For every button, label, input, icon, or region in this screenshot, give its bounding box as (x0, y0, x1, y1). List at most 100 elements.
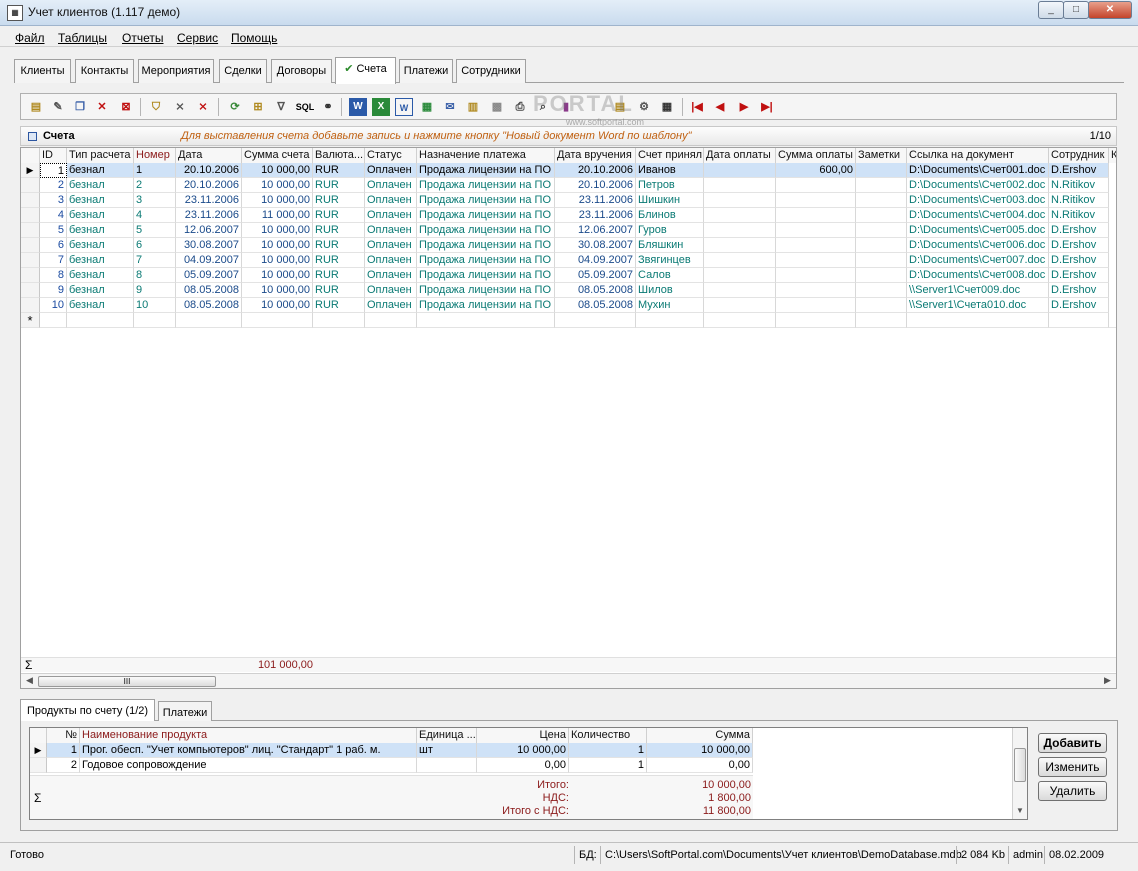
cell-paid-amount[interactable] (776, 253, 856, 268)
cell-document-link[interactable]: D:\Documents\Счет006.doc (907, 238, 1049, 253)
tab-employees[interactable]: Сотрудники (456, 59, 526, 83)
cell-status[interactable]: Оплачен (365, 283, 417, 298)
col-header-delivery-date[interactable]: Дата вручения (555, 148, 636, 163)
cell-payment-type[interactable]: безнал (67, 298, 134, 313)
products-cell-quantity[interactable]: 1 (569, 743, 647, 758)
products-col-price[interactable]: Цена (477, 728, 569, 743)
products-grid[interactable]: № Наименование продукта Единица ... Цена Кол… (29, 727, 1028, 820)
cell-document-link[interactable]: \\Server1\Счет009.doc (907, 283, 1049, 298)
cell-status[interactable]: Оплачен (365, 178, 417, 193)
cell-employee[interactable]: D.Ershov (1049, 298, 1109, 313)
row-indicator[interactable] (21, 298, 40, 313)
products-cell-quantity[interactable]: 1 (569, 758, 647, 773)
cell-payment-date[interactable] (704, 223, 776, 238)
cell-employee[interactable]: D.Ershov (1049, 283, 1109, 298)
products-cell-num[interactable]: 2 (47, 758, 80, 773)
cell-status[interactable]: Оплачен (365, 298, 417, 313)
cell-date[interactable]: 08.05.2008 (176, 283, 242, 298)
menu-reports[interactable]: Отчеты (122, 31, 163, 45)
cell-paid-amount[interactable] (776, 268, 856, 283)
delete-all-icon[interactable]: ⊠ (117, 98, 135, 116)
print-icon[interactable]: ⎙ (511, 98, 529, 116)
export-icon[interactable]: ▦ (418, 98, 436, 116)
close-button[interactable]: ✕ (1088, 1, 1132, 19)
new-row-cell[interactable] (856, 313, 907, 328)
row-indicator[interactable] (21, 253, 40, 268)
invoices-grid[interactable]: ID Тип расчета Номер Дата Сумма счета Валюта.… (20, 147, 1117, 689)
cell-date[interactable]: 23.11.2006 (176, 208, 242, 223)
col-header-extra[interactable]: К (1109, 148, 1116, 163)
cell-id[interactable]: 4 (40, 208, 67, 223)
col-header-document-link[interactable]: Ссылка на документ (907, 148, 1049, 163)
col-header-status[interactable]: Статус (365, 148, 417, 163)
cell-number[interactable]: 7 (134, 253, 176, 268)
new-row-cell[interactable] (365, 313, 417, 328)
new-row-cell[interactable] (242, 313, 313, 328)
products-cell-unit[interactable]: шт (417, 743, 477, 758)
new-row-cell[interactable] (176, 313, 242, 328)
cell-paid-amount[interactable]: 600,00 (776, 163, 856, 178)
cell-delivery-date[interactable]: 08.05.2008 (555, 283, 636, 298)
row-indicator[interactable] (21, 193, 40, 208)
cell-currency[interactable]: RUR (313, 193, 365, 208)
cell-number[interactable]: 10 (134, 298, 176, 313)
new-icon[interactable]: ▤ (27, 98, 45, 116)
new-row-cell[interactable] (1049, 313, 1109, 328)
cell-amount[interactable]: 10 000,00 (242, 178, 313, 193)
cell-currency[interactable]: RUR (313, 268, 365, 283)
horizontal-scrollbar[interactable]: ◀ III ▶ (21, 673, 1116, 688)
cell-currency[interactable]: RUR (313, 238, 365, 253)
cell-purpose[interactable]: Продажа лицензии на ПО (417, 283, 555, 298)
edit-icon[interactable]: ✎ (49, 98, 67, 116)
col-header-payment-date[interactable]: Дата оплаты (704, 148, 776, 163)
cell-purpose[interactable]: Продажа лицензии на ПО (417, 268, 555, 283)
cell-purpose[interactable]: Продажа лицензии на ПО (417, 253, 555, 268)
cell-payment-type[interactable]: безнал (67, 268, 134, 283)
cell-notes[interactable] (856, 163, 907, 178)
cell-employee[interactable]: N.Ritikov (1049, 193, 1109, 208)
cell-payment-date[interactable] (704, 178, 776, 193)
cell-amount[interactable]: 10 000,00 (242, 223, 313, 238)
table-icon[interactable]: ▦ (658, 98, 676, 116)
cell-amount[interactable]: 10 000,00 (242, 238, 313, 253)
cell-payment-type[interactable]: безнал (67, 253, 134, 268)
collapse-icon[interactable] (28, 132, 37, 141)
cell-paid-amount[interactable] (776, 223, 856, 238)
cell-accepted-by[interactable]: Мухин (636, 298, 704, 313)
row-indicator[interactable] (21, 238, 40, 253)
products-row-indicator[interactable] (30, 758, 47, 773)
cell-payment-type[interactable]: безнал (67, 283, 134, 298)
cell-number[interactable]: 4 (134, 208, 176, 223)
tab-contracts[interactable]: Договоры (271, 59, 332, 83)
cell-currency[interactable]: RUR (313, 208, 365, 223)
cell-amount[interactable]: 10 000,00 (242, 298, 313, 313)
edit-button[interactable]: Изменить (1038, 757, 1107, 777)
cell-purpose[interactable]: Продажа лицензии на ПО (417, 223, 555, 238)
cell-notes[interactable] (856, 193, 907, 208)
cell-document-link[interactable]: D:\Documents\Счет001.doc (907, 163, 1049, 178)
tab-products[interactable]: Продукты по счету (1/2) (20, 699, 155, 722)
cell-number[interactable]: 5 (134, 223, 176, 238)
col-header-id[interactable]: ID (40, 148, 67, 163)
cell-amount[interactable]: 10 000,00 (242, 193, 313, 208)
maximize-button[interactable]: □ (1063, 1, 1089, 19)
cell-payment-date[interactable] (704, 283, 776, 298)
tab-clients[interactable]: Клиенты (14, 59, 71, 83)
products-col-sum[interactable]: Сумма (647, 728, 753, 743)
cell-number[interactable]: 2 (134, 178, 176, 193)
sql-icon[interactable]: SQL (294, 98, 316, 116)
new-row-icon[interactable]: * (21, 313, 40, 328)
mail-icon[interactable]: ✉ (441, 98, 459, 116)
cell-payment-date[interactable] (704, 163, 776, 178)
cell-date[interactable]: 08.05.2008 (176, 298, 242, 313)
binoculars-icon[interactable]: ⚭ (319, 98, 337, 116)
col-header-currency[interactable]: Валюта... (313, 148, 365, 163)
cell-status[interactable]: Оплачен (365, 238, 417, 253)
cell-document-link[interactable]: D:\Documents\Счет005.doc (907, 223, 1049, 238)
cell-employee[interactable]: N.Ritikov (1049, 208, 1109, 223)
first-record-icon[interactable]: |◀ (688, 98, 706, 116)
cell-currency[interactable]: RUR (313, 163, 365, 178)
cell-paid-amount[interactable] (776, 178, 856, 193)
products-cell-sum[interactable]: 10 000,00 (647, 743, 753, 758)
scroll-thumb[interactable]: III (38, 676, 216, 687)
